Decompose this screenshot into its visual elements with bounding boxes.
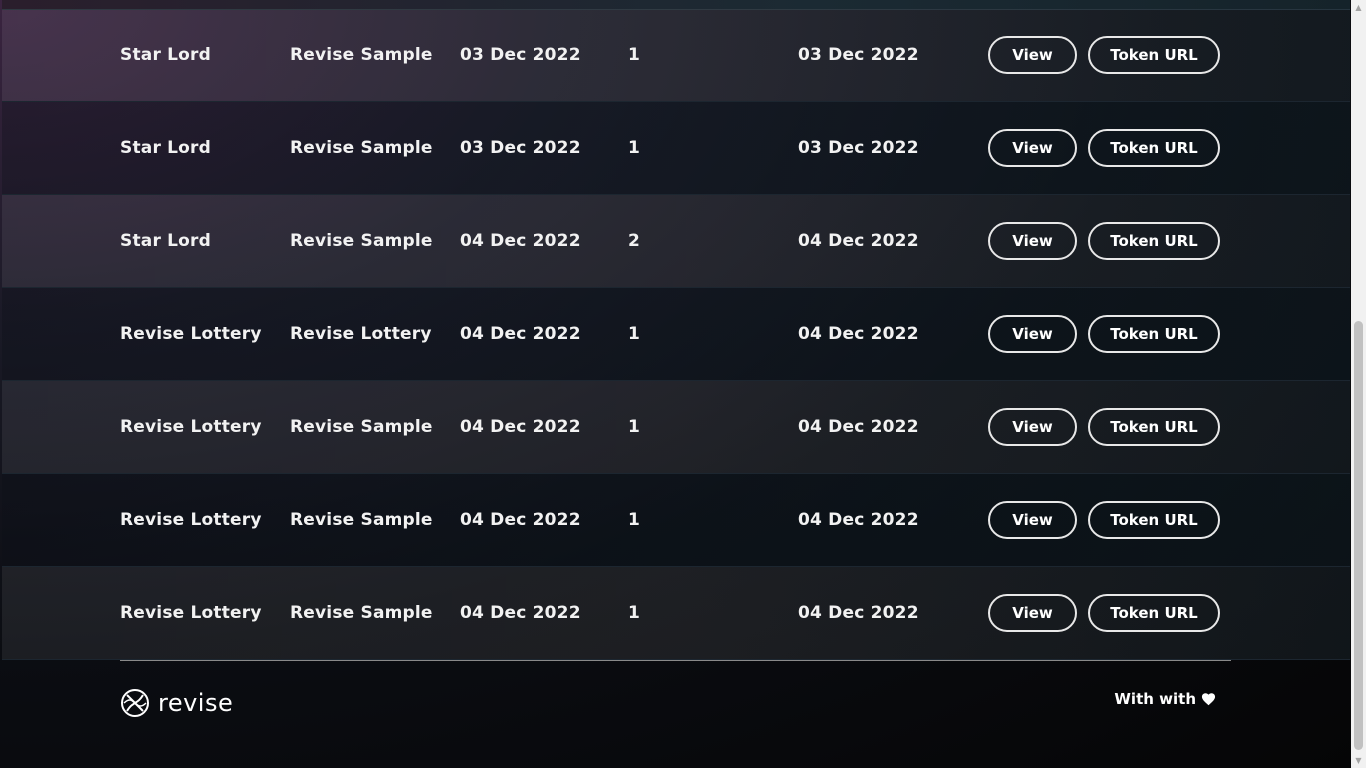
table-row: Revise Lottery Revise Sample 04 Dec 2022 1 0… — [2, 567, 1350, 660]
row-name: Star Lord — [120, 45, 212, 65]
row-project: Revise Sample — [290, 231, 433, 251]
row-count: 1 — [628, 138, 641, 158]
view-button[interactable]: View — [988, 594, 1077, 632]
tokens-table: Star Lord Revise Sample 03 Dec 2022 1 03 Dec… — [2, 9, 1350, 660]
row-project: Revise Sample — [290, 603, 433, 623]
heart-icon — [1201, 693, 1216, 706]
view-button[interactable]: View — [988, 36, 1077, 74]
row-updated-date: 04 Dec 2022 — [798, 603, 919, 623]
row-created-date: 04 Dec 2022 — [460, 231, 581, 251]
view-button[interactable]: View — [988, 315, 1077, 353]
row-project: Revise Lottery — [290, 324, 432, 344]
row-created-date: 04 Dec 2022 — [460, 603, 581, 623]
revise-logo-icon — [121, 689, 149, 717]
row-name: Revise Lottery — [120, 603, 262, 623]
token-url-button[interactable]: Token URL — [1088, 315, 1220, 353]
logo-text: revise — [158, 689, 234, 717]
footer-logo[interactable]: revise — [120, 688, 233, 718]
view-button[interactable]: View — [988, 129, 1077, 167]
row-updated-date: 04 Dec 2022 — [798, 231, 919, 251]
view-button[interactable]: View — [988, 222, 1077, 260]
table-row: Star Lord Revise Sample 03 Dec 2022 1 03 Dec… — [2, 102, 1350, 195]
vertical-scrollbar[interactable]: ▲ ▼ — [1351, 0, 1366, 768]
scrollbar-thumb[interactable] — [1354, 321, 1363, 750]
row-created-date: 04 Dec 2022 — [460, 510, 581, 530]
row-count: 1 — [628, 510, 641, 530]
row-name: Revise Lottery — [120, 417, 262, 437]
row-name: Revise Lottery — [120, 324, 262, 344]
row-project: Revise Sample — [290, 45, 433, 65]
scroll-up-arrow-icon[interactable]: ▲ — [1351, 0, 1366, 15]
row-project: Revise Sample — [290, 510, 433, 530]
view-button[interactable]: View — [988, 501, 1077, 539]
row-count: 1 — [628, 417, 641, 437]
made-with-text: With with — [1114, 690, 1196, 708]
token-url-button[interactable]: Token URL — [1088, 36, 1220, 74]
row-updated-date: 04 Dec 2022 — [798, 324, 919, 344]
token-url-button[interactable]: Token URL — [1088, 408, 1220, 446]
made-with-love: With with — [1114, 690, 1216, 708]
token-url-button[interactable]: Token URL — [1088, 594, 1220, 632]
row-count: 2 — [628, 231, 641, 251]
row-created-date: 04 Dec 2022 — [460, 417, 581, 437]
view-button[interactable]: View — [988, 408, 1077, 446]
row-created-date: 04 Dec 2022 — [460, 324, 581, 344]
row-created-date: 03 Dec 2022 — [460, 45, 581, 65]
row-name: Revise Lottery — [120, 510, 262, 530]
row-count: 1 — [628, 603, 641, 623]
token-url-button[interactable]: Token URL — [1088, 129, 1220, 167]
row-created-date: 03 Dec 2022 — [460, 138, 581, 158]
row-name: Star Lord — [120, 231, 212, 251]
row-project: Revise Sample — [290, 417, 433, 437]
table-row: Star Lord Revise Sample 03 Dec 2022 1 03 Dec… — [2, 9, 1350, 102]
token-url-button[interactable]: Token URL — [1088, 501, 1220, 539]
token-url-button[interactable]: Token URL — [1088, 222, 1220, 260]
row-count: 1 — [628, 45, 641, 65]
row-name: Star Lord — [120, 138, 212, 158]
table-row: Star Lord Revise Sample 04 Dec 2022 2 04 Dec… — [2, 195, 1350, 288]
table-row: Revise Lottery Revise Sample 04 Dec 2022 1 0… — [2, 474, 1350, 567]
row-updated-date: 04 Dec 2022 — [798, 510, 919, 530]
scroll-down-arrow-icon[interactable]: ▼ — [1351, 753, 1366, 768]
row-updated-date: 03 Dec 2022 — [798, 138, 919, 158]
row-updated-date: 04 Dec 2022 — [798, 417, 919, 437]
page: Star Lord Revise Sample 03 Dec 2022 1 03 Dec… — [0, 0, 1351, 768]
row-project: Revise Sample — [290, 138, 433, 158]
table-row: Revise Lottery Revise Lottery 04 Dec 2022 1… — [2, 288, 1350, 381]
footer-divider — [120, 660, 1231, 661]
table-row: Revise Lottery Revise Sample 04 Dec 2022 1 0… — [2, 381, 1350, 474]
row-count: 1 — [628, 324, 641, 344]
row-updated-date: 03 Dec 2022 — [798, 45, 919, 65]
